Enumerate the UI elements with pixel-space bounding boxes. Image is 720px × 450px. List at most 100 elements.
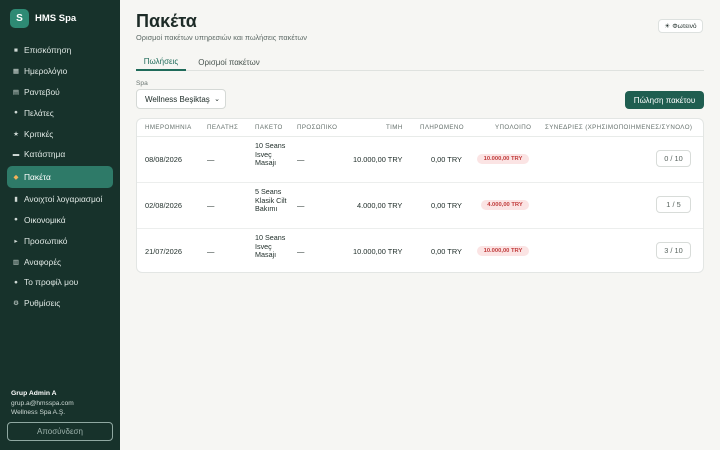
reports-icon: ▥ [12, 258, 20, 266]
balance-badge: 4.000,00 TRY [481, 200, 529, 210]
sidebar-nav: ■ Επισκόπηση ▦ Ημερολόγιο ▤ Ραντεβού ● Πελάτ… [7, 40, 113, 314]
tab-bar: Πωλήσεις Ορισμοί πακέτων [136, 54, 704, 71]
brand-logo: S [10, 9, 29, 28]
sidebar-item-label: Προσωπικό [24, 235, 68, 246]
column-header-package[interactable]: ΠΑΚΕΤΟ [255, 124, 283, 131]
table-row[interactable]: 08/08/2026 — 10 Seans Isveç Masajı — 10.… [137, 137, 703, 183]
calendar-icon: ▦ [12, 68, 20, 76]
tab-package-definitions[interactable]: Ορισμοί πακέτων [196, 54, 262, 71]
sidebar-item-store[interactable]: ▬ Κατάστημα [7, 144, 113, 165]
main-content: Πακέτα Ορισμοί πακέτων υπηρεσιών και πωλ… [120, 0, 720, 450]
star-icon: ★ [13, 130, 19, 138]
sell-package-button[interactable]: Πώληση πακέτου [625, 91, 704, 109]
spa-filter-label: Spa [136, 80, 148, 87]
cell-date: 08/08/2026 [145, 155, 182, 164]
sidebar-item-label: Κριτικές [24, 128, 54, 139]
cell-price: 4.000,00 TRY [357, 201, 403, 210]
sidebar: S HMS Spa ■ Επισκόπηση ▦ Ημερολόγιο ▤ Ραντε… [0, 0, 120, 450]
brand-name: HMS Spa [35, 13, 77, 24]
sidebar-item-open-accounts[interactable]: ▮ Ανοιχτοί λογαριασμοί [7, 189, 113, 210]
sales-table: ΗΜΕΡΟΜΗΝΙΑ ΠΕΛΑΤΗΣ ΠΑΚΕΤΟ ΠΡΟΣΩΠΙΚΟ ΤΙΜΗ… [136, 118, 704, 273]
sessions-counter[interactable]: 3 / 10 [656, 242, 691, 259]
spa-select[interactable]: Wellness Beşiktaş ⌄ [136, 89, 226, 109]
cell-customer: — [207, 155, 215, 164]
cell-customer: — [207, 247, 215, 256]
sun-icon: ☀ [664, 23, 671, 30]
sidebar-item-calendar[interactable]: ▦ Ημερολόγιο [7, 61, 113, 82]
cell-price: 10.000,00 TRY [353, 247, 403, 256]
sidebar-item-label: Επισκόπηση [24, 45, 72, 56]
column-header-customer[interactable]: ΠΕΛΑΤΗΣ [207, 124, 238, 131]
gear-icon: ⚙ [13, 300, 19, 308]
cell-package: 10 Seans Isveç Masajı [255, 141, 286, 168]
theme-toggle-button[interactable]: ☀ Φωτεινό [658, 19, 703, 33]
cell-date: 21/07/2026 [145, 247, 182, 256]
table-row[interactable]: 02/08/2026 — 5 Seans Klasik Cilt Bakımı … [137, 183, 703, 229]
sidebar-item-customers[interactable]: ● Πελάτες [7, 102, 113, 123]
money-bag-icon: ● [14, 216, 18, 224]
sidebar-item-label: Πακέτα [24, 171, 51, 182]
theme-toggle-label: Φωτεινό [672, 22, 697, 30]
column-header-sessions[interactable]: ΣΥΝΕΔΡΙΕΣ (ΧΡΗΣΙΜΟΠΟΙΗΜΕΝΕΣ/ΣΥΝΟΛΟ) [545, 124, 692, 131]
sidebar-item-label: Αναφορές [24, 256, 62, 267]
customers-icon: ● [14, 109, 18, 117]
cell-customer: — [207, 201, 215, 210]
page-subtitle: Ορισμοί πακέτων υπηρεσιών και πωλήσεις π… [136, 33, 307, 42]
sessions-counter[interactable]: 0 / 10 [656, 150, 691, 167]
sidebar-item-appointments[interactable]: ▤ Ραντεβού [7, 82, 113, 103]
sidebar-item-packages[interactable]: ◆ Πακέτα [7, 165, 113, 188]
cell-date: 02/08/2026 [145, 201, 182, 210]
sidebar-item-staff[interactable]: ▸ Προσωπικό [7, 230, 113, 251]
sidebar-item-label: Κατάστημα [24, 149, 66, 160]
sidebar-item-overview[interactable]: ■ Επισκόπηση [7, 40, 113, 61]
column-header-balance[interactable]: ΥΠΟΛΟΙΠΟ [495, 124, 531, 131]
sidebar-item-label: Ραντεβού [24, 86, 60, 97]
cell-paid: 0,00 TRY [431, 201, 462, 210]
sidebar-item-label: Οικονομικά [24, 214, 66, 225]
user-company: Wellness Spa A.Ş. [11, 409, 66, 416]
store-icon: ▬ [12, 150, 20, 158]
sidebar-item-settings[interactable]: ⚙ Ρυθμίσεις [7, 293, 113, 314]
sidebar-item-finance[interactable]: ● Οικονομικά [7, 210, 113, 231]
logout-button[interactable]: Αποσύνδεση [7, 422, 113, 441]
column-header-staff[interactable]: ΠΡΟΣΩΠΙΚΟ [297, 124, 337, 131]
user-email: grup.a@hmsspa.com [11, 400, 74, 407]
table-row[interactable]: 21/07/2026 — 10 Seans Isveç Masajı — 10.… [137, 229, 703, 272]
overview-icon: ■ [14, 46, 18, 54]
sidebar-item-label: Πελάτες [24, 107, 54, 118]
receipt-icon: ▮ [14, 196, 18, 204]
sidebar-item-reports[interactable]: ▥ Αναφορές [7, 251, 113, 272]
column-header-date[interactable]: ΗΜΕΡΟΜΗΝΙΑ [145, 124, 192, 131]
page-title: Πακέτα [136, 11, 197, 31]
flag-icon: ▸ [14, 237, 18, 245]
user-name: Grup Admin A [11, 390, 57, 397]
sessions-counter[interactable]: 1 / 5 [656, 196, 691, 213]
sidebar-item-label: Ημερολόγιο [24, 66, 68, 77]
cell-staff: — [297, 155, 305, 164]
cell-paid: 0,00 TRY [431, 155, 462, 164]
cell-staff: — [297, 247, 305, 256]
chevron-down-icon: ⌄ [214, 96, 220, 103]
spa-select-value: Wellness Beşiktaş [145, 94, 210, 104]
table-header: ΗΜΕΡΟΜΗΝΙΑ ΠΕΛΑΤΗΣ ΠΑΚΕΤΟ ΠΡΟΣΩΠΙΚΟ ΤΙΜΗ… [137, 119, 703, 137]
column-header-paid[interactable]: ΠΛΗΡΩΜΕΝΟ [420, 124, 464, 131]
column-header-price[interactable]: ΤΙΜΗ [386, 124, 403, 131]
cell-price: 10.000,00 TRY [353, 155, 403, 164]
cell-package: 10 Seans Isveç Masajı [255, 233, 286, 260]
sidebar-item-label: Το προφίλ μου [24, 277, 79, 288]
cell-staff: — [297, 201, 305, 210]
brand[interactable]: S HMS Spa [10, 9, 76, 28]
user-info: Grup Admin A grup.a@hmsspa.com Wellness … [11, 389, 74, 417]
gift-icon: ◆ [13, 173, 19, 181]
sidebar-item-reviews[interactable]: ★ Κριτικές [7, 123, 113, 144]
cell-paid: 0,00 TRY [431, 247, 462, 256]
appointments-icon: ▤ [12, 88, 20, 96]
sidebar-item-profile[interactable]: ● Το προφίλ μου [7, 272, 113, 293]
sidebar-item-label: Ανοιχτοί λογαριασμοί [24, 194, 103, 205]
cell-package: 5 Seans Klasik Cilt Bakımı [255, 187, 287, 214]
balance-badge: 10.000,00 TRY [477, 246, 529, 256]
sidebar-item-label: Ρυθμίσεις [24, 298, 61, 309]
tab-sales[interactable]: Πωλήσεις [136, 54, 186, 71]
user-icon: ● [14, 278, 18, 286]
balance-badge: 10.000,00 TRY [477, 154, 529, 164]
